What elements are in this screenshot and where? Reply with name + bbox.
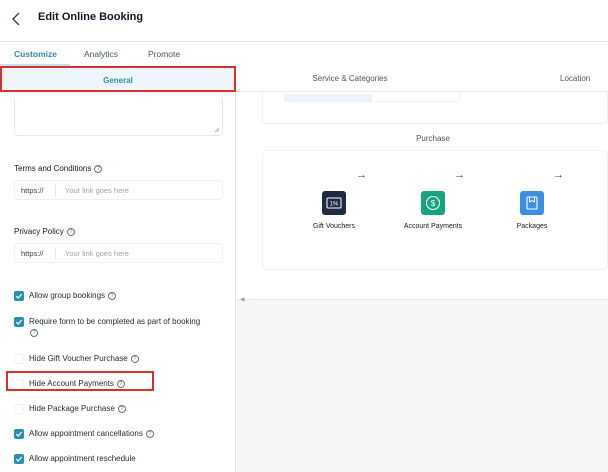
gift-voucher-icon: 1% — [322, 191, 346, 215]
help-icon[interactable]: ? — [130, 354, 139, 363]
preview-empty-area — [237, 299, 608, 472]
checkbox-checked[interactable] — [14, 454, 24, 464]
option-label: Allow appointment cancellations? — [29, 429, 154, 438]
privacy-link-input[interactable]: https:// Your link goes here — [14, 243, 223, 263]
help-icon[interactable]: ? — [117, 404, 126, 413]
highlight-box — [6, 371, 154, 391]
svg-text:$: $ — [431, 199, 436, 208]
purchase-item-label: Account Payments — [403, 223, 463, 230]
option-label: Allow appointment reschedule — [29, 454, 136, 463]
purchase-item-label: Packages — [516, 223, 548, 230]
help-icon[interactable]: ? — [108, 291, 117, 300]
privacy-link-placeholder: Your link goes here — [65, 249, 129, 258]
chevron-left-icon[interactable] — [8, 10, 26, 28]
option-label: Hide Gift Voucher Purchase? — [29, 354, 139, 363]
option-label: Hide Package Purchase? — [29, 404, 126, 413]
scroll-left-icon[interactable]: ◀ — [240, 296, 245, 303]
tab-customize[interactable]: Customize — [14, 49, 57, 59]
url-prefix: https:// — [21, 249, 44, 258]
checkbox-checked[interactable] — [14, 317, 24, 327]
option-text: Allow appointment reschedule — [29, 454, 136, 463]
help-icon[interactable]: ? — [94, 164, 103, 173]
divider — [55, 184, 56, 197]
purchase-item-label: Gift Vouchers — [312, 223, 356, 230]
tab-analytics[interactable]: Analytics — [84, 49, 118, 59]
terms-link-input[interactable]: https:// Your link goes here — [14, 180, 223, 200]
option-text: Require form to be completed as part of … — [29, 317, 201, 326]
subtab-service-categories[interactable]: Service & Categories — [236, 66, 464, 92]
privacy-label-text: Privacy Policy — [14, 227, 64, 236]
subtab-general[interactable]: General — [0, 66, 236, 92]
page-header: Edit Online Booking — [0, 0, 608, 42]
arrow-right-icon[interactable]: → — [356, 169, 367, 181]
checkbox-unchecked[interactable] — [14, 354, 24, 364]
option-label: Require form to be completed as part of … — [29, 317, 200, 326]
resize-handle-icon[interactable] — [214, 127, 220, 133]
page-title: Edit Online Booking — [38, 11, 144, 23]
help-icon[interactable]: ? — [145, 429, 154, 438]
terms-label-text: Terms and Conditions — [14, 164, 92, 173]
tab-promote[interactable]: Promote — [148, 49, 180, 59]
preview-mini-bar-fill — [284, 94, 372, 101]
url-prefix: https:// — [21, 186, 44, 195]
general-settings-panel: Terms and Conditions? https:// Your link… — [0, 92, 236, 472]
dollar-icon: $ — [421, 191, 445, 215]
arrow-right-icon[interactable]: → — [454, 169, 465, 181]
checkbox-checked[interactable] — [14, 291, 24, 301]
option-text: Hide Package Purchase — [29, 404, 115, 413]
settings-subtabs: General Service & Categories Location — [0, 66, 608, 92]
subtab-location[interactable]: Location — [560, 66, 608, 92]
description-textarea[interactable] — [14, 96, 223, 136]
help-icon[interactable]: ? — [66, 227, 75, 236]
option-text: Hide Gift Voucher Purchase — [29, 354, 128, 363]
checkbox-unchecked[interactable] — [14, 404, 24, 414]
option-label: Allow group bookings? — [29, 291, 117, 300]
package-icon — [520, 191, 544, 215]
terms-label: Terms and Conditions? — [14, 164, 103, 173]
purchase-title: Purchase — [416, 134, 450, 143]
option-text: Allow group bookings — [29, 291, 106, 300]
option-text: Allow appointment cancellations — [29, 429, 143, 438]
scrollbar-track[interactable] — [237, 299, 608, 300]
privacy-label: Privacy Policy? — [14, 227, 75, 236]
main-tabs: Customize Analytics Promote — [0, 42, 608, 67]
checkbox-checked[interactable] — [14, 429, 24, 439]
svg-text:1%: 1% — [330, 202, 339, 208]
help-icon[interactable]: ? — [30, 329, 38, 337]
divider — [55, 247, 56, 260]
terms-link-placeholder: Your link goes here — [65, 186, 129, 195]
arrow-right-icon[interactable]: → — [553, 169, 564, 181]
